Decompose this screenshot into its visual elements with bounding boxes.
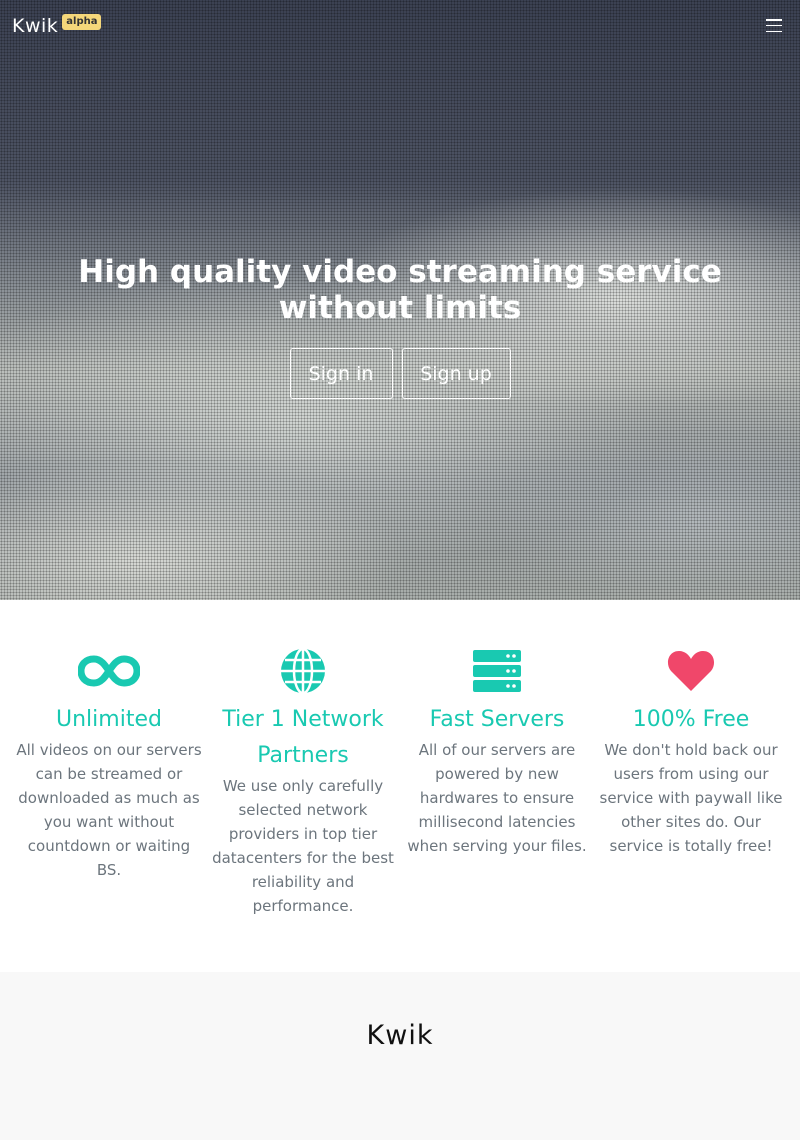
feature-title: 100% Free — [632, 707, 750, 732]
footer-logo[interactable]: Kwik — [367, 1020, 434, 1140]
globe-icon — [206, 647, 400, 695]
feature-title: Unlimited — [56, 707, 162, 732]
feature-text: We don't hold back our users from using … — [599, 741, 783, 855]
heart-icon — [594, 648, 788, 694]
feature-title: Fast Servers — [429, 707, 565, 732]
hero-section: Kwik alpha High quality video streaming … — [0, 0, 800, 600]
feature-free: 100% Free We don't hold back our users f… — [594, 648, 788, 972]
hero-title: High quality video streaming service wit… — [78, 254, 722, 326]
feature-servers: Fast Servers All of our servers are powe… — [400, 648, 594, 972]
feature-text: All of our servers are powered by new ha… — [407, 741, 587, 855]
feature-text: We use only carefully selected network p… — [212, 777, 394, 915]
footer: Kwik — [0, 972, 800, 1140]
feature-text: All videos on our servers can be streame… — [16, 741, 202, 879]
features-section: Unlimited All videos on our servers can … — [0, 600, 800, 972]
feature-title: Tier 1 Network Partners — [222, 707, 384, 768]
brand[interactable]: Kwik alpha — [12, 14, 102, 38]
brand-logo[interactable]: Kwik — [12, 14, 58, 38]
alpha-badge: alpha — [62, 14, 102, 30]
server-icon — [400, 648, 594, 694]
feature-network: Tier 1 Network Partners We use only care… — [206, 647, 400, 972]
infinity-icon — [12, 648, 206, 694]
feature-unlimited: Unlimited All videos on our servers can … — [12, 648, 206, 972]
sign-up-button[interactable]: Sign up — [401, 348, 511, 399]
sign-in-button[interactable]: Sign in — [289, 348, 393, 399]
hero-buttons: Sign in Sign up — [0, 348, 800, 399]
hamburger-menu-icon[interactable] — [766, 19, 782, 32]
hero-content: High quality video streaming service wit… — [0, 254, 800, 399]
